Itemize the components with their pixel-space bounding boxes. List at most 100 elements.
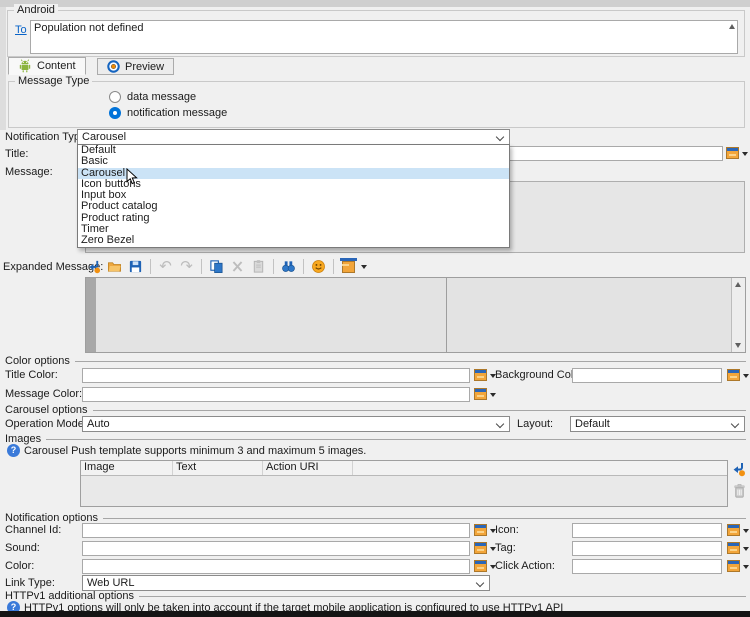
chevron-down-icon (495, 132, 505, 142)
field-picker-icon[interactable] (474, 542, 487, 554)
layout-combo[interactable]: Default (570, 416, 745, 432)
scroll-up-icon[interactable] (729, 24, 735, 29)
httpv1-header: HTTPv1 additional options (5, 590, 746, 602)
top-edge-strip (0, 0, 750, 7)
dropdown-option[interactable]: Input box (78, 190, 509, 201)
column-header-action-uri[interactable]: Action URI (263, 461, 353, 475)
save-icon[interactable] (127, 258, 144, 275)
field-picker-icon[interactable] (474, 369, 487, 381)
images-header: Images (5, 433, 746, 445)
dropdown-option[interactable]: Zero Bezel (78, 235, 509, 246)
field-picker-arrow-icon[interactable] (742, 152, 748, 156)
sound-label: Sound: (5, 542, 40, 554)
tab-preview[interactable]: Preview (97, 58, 175, 75)
field-picker-icon[interactable] (474, 524, 487, 536)
field-picker-icon[interactable] (474, 388, 487, 400)
background-color-input[interactable] (572, 368, 722, 383)
radio-unselected-icon[interactable] (109, 91, 121, 103)
field-picker-arrow-icon[interactable] (743, 547, 749, 551)
radio-notification-message[interactable]: notification message (109, 107, 227, 119)
separator-line (92, 410, 746, 411)
title-color-input[interactable] (82, 368, 470, 383)
radio-selected-icon[interactable] (109, 107, 121, 119)
column-header-text[interactable]: Text (173, 461, 263, 475)
copy-icon[interactable] (208, 258, 225, 275)
icon-input[interactable] (572, 523, 722, 538)
undo-icon[interactable]: ↶ (157, 258, 174, 275)
message-type-group: Message Type data message notification m… (8, 75, 745, 128)
color-label: Color: (5, 560, 35, 572)
click-action-input[interactable] (572, 559, 722, 574)
color-options-header: Color options (5, 355, 746, 367)
emoji-icon[interactable] (310, 258, 327, 275)
radio-data-message[interactable]: data message (109, 91, 196, 103)
field-picker-arrow-icon[interactable] (743, 374, 749, 378)
field-picker-arrow-icon[interactable] (743, 565, 749, 569)
toolbar-separator (201, 259, 202, 274)
field-picker-icon[interactable] (474, 560, 487, 572)
link-type-label: Link Type: (5, 577, 55, 589)
link-type-combo[interactable]: Web URL (82, 575, 490, 591)
editor-scrollbar[interactable] (731, 278, 745, 352)
dropdown-option[interactable]: Default (78, 145, 509, 156)
find-icon[interactable] (280, 258, 297, 275)
field-picker-icon[interactable] (727, 560, 740, 572)
link-type-value: Web URL (87, 577, 135, 589)
color-options-title: Color options (5, 355, 70, 367)
images-table[interactable]: Image Text Action URI (80, 460, 728, 507)
dropdown-option[interactable]: Product catalog (78, 201, 509, 212)
field-picker-icon[interactable] (727, 542, 740, 554)
field-picker-icon[interactable] (726, 147, 739, 159)
redo-icon[interactable]: ↷ (178, 258, 195, 275)
field-picker-icon[interactable] (727, 524, 740, 536)
images-table-header: Image Text Action URI (81, 461, 727, 476)
delete-row-icon[interactable] (732, 483, 747, 502)
operation-mode-value: Auto (87, 418, 110, 430)
to-population-field[interactable]: Population not defined (30, 20, 738, 54)
notification-type-combo[interactable]: Carousel (77, 129, 510, 145)
separator-line (46, 439, 746, 440)
tab-content[interactable]: Content (8, 57, 86, 75)
toolbar-separator (333, 259, 334, 274)
message-color-input[interactable] (82, 387, 470, 402)
scroll-up-icon[interactable] (735, 282, 741, 287)
message-type-title: Message Type (15, 75, 93, 88)
column-header-image[interactable]: Image (81, 461, 173, 475)
scroll-down-icon[interactable] (735, 343, 741, 348)
add-row-icon[interactable] (730, 461, 746, 480)
expanded-message-editor[interactable] (85, 277, 746, 353)
insert-field-icon[interactable] (340, 258, 357, 275)
expanded-message-toolbar: ↶ ↷ (85, 257, 367, 276)
android-push-editor: Android To Population not defined Conten… (0, 0, 750, 617)
left-edge-strip (0, 7, 6, 130)
message-label: Message: (5, 166, 53, 178)
field-picker-arrow-icon[interactable] (743, 529, 749, 533)
to-population-value: Population not defined (34, 22, 144, 34)
color-input[interactable] (82, 559, 470, 574)
httpv1-title: HTTPv1 additional options (5, 590, 135, 602)
editor-pane-divider (446, 278, 447, 352)
layout-value: Default (575, 418, 610, 430)
operation-mode-combo[interactable]: Auto (82, 416, 510, 432)
mouse-cursor (126, 168, 138, 185)
message-color-label: Message Color: (5, 388, 83, 400)
import-file-icon[interactable] (85, 258, 102, 275)
layout-label: Layout: (517, 418, 554, 430)
cut-icon[interactable] (229, 258, 246, 275)
tag-input[interactable] (572, 541, 722, 556)
field-picker-icon[interactable] (727, 369, 740, 381)
channel-id-input[interactable] (82, 523, 470, 538)
to-link[interactable]: To (15, 24, 27, 36)
insert-field-arrow-icon[interactable] (361, 264, 367, 269)
dropdown-option-highlighted[interactable]: Carousel (78, 167, 509, 179)
operation-mode-label: Operation Mode: (5, 418, 87, 430)
dropdown-option[interactable]: Basic (78, 156, 509, 167)
open-folder-icon[interactable] (106, 258, 123, 275)
dropdown-option[interactable]: Icon buttons (78, 179, 509, 190)
paste-icon[interactable] (250, 258, 267, 275)
sound-input[interactable] (82, 541, 470, 556)
bottom-edge-strip (0, 611, 750, 617)
dropdown-option[interactable]: Timer (78, 224, 509, 235)
field-picker-arrow-icon[interactable] (490, 393, 496, 397)
dropdown-option[interactable]: Product rating (78, 213, 509, 224)
